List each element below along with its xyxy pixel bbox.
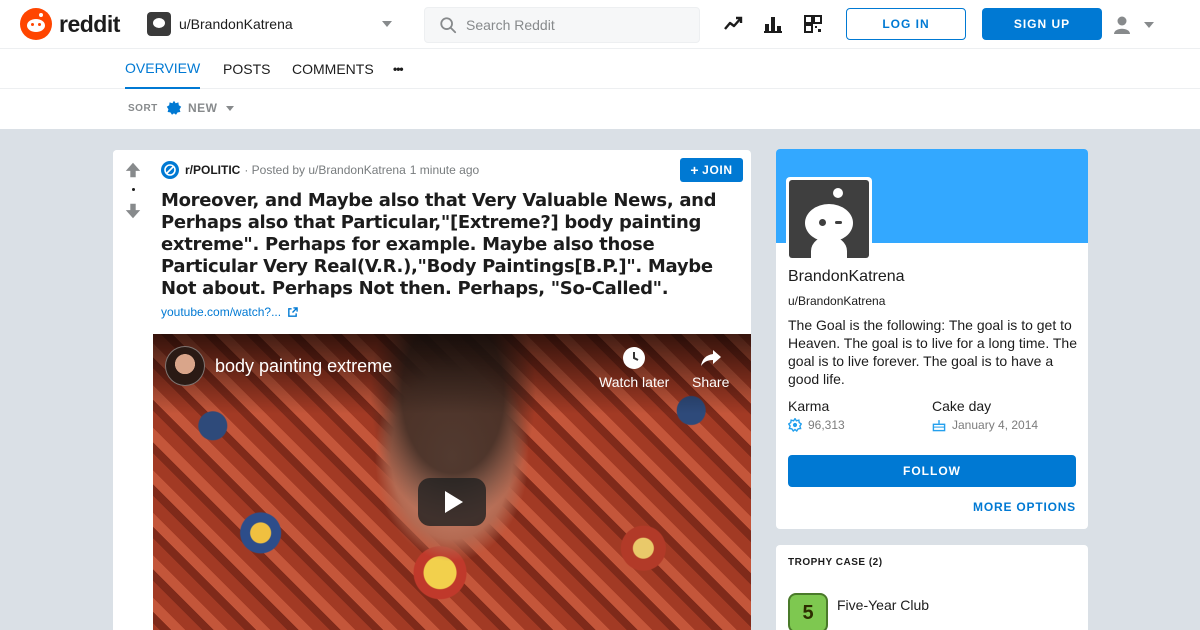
sort-dropdown[interactable]: NEW xyxy=(166,100,234,116)
stats-icon[interactable] xyxy=(761,12,785,36)
upvote-icon[interactable] xyxy=(124,161,142,179)
sort-value: NEW xyxy=(188,101,218,115)
posted-by[interactable]: · Posted by u/BrandonKatrena xyxy=(244,163,405,177)
tab-overview[interactable]: OVERVIEW xyxy=(125,49,201,89)
post-card[interactable]: r/POLITIC · Posted by u/BrandonKatrena 1… xyxy=(113,150,751,630)
share-button[interactable]: Share xyxy=(692,346,729,390)
share-label: Share xyxy=(692,374,730,390)
profile-switcher-dropdown[interactable]: u/BrandonKatrena xyxy=(140,8,400,40)
external-link-icon xyxy=(288,306,298,317)
reddit-logo[interactable]: reddit xyxy=(20,8,120,40)
vote-column xyxy=(113,150,153,630)
chevron-down-icon xyxy=(225,105,234,111)
join-label: JOIN xyxy=(702,163,733,177)
downvote-icon[interactable] xyxy=(124,202,142,220)
karma-icon xyxy=(788,418,802,432)
external-link[interactable]: youtube.com/watch?... xyxy=(161,305,298,319)
search-bar[interactable] xyxy=(424,7,700,43)
post-meta: r/POLITIC · Posted by u/BrandonKatrena 1… xyxy=(161,161,479,179)
plus-icon: + xyxy=(690,162,700,178)
post-time[interactable]: 1 minute ago xyxy=(410,163,479,177)
karma-value: 96,313 xyxy=(788,418,845,432)
play-button[interactable] xyxy=(418,478,486,526)
share-icon xyxy=(700,350,721,366)
join-button[interactable]: + JOIN xyxy=(680,158,743,182)
search-input[interactable] xyxy=(466,17,686,33)
video-title[interactable]: body painting extreme xyxy=(215,356,392,377)
profile-switcher-label: u/BrandonKatrena xyxy=(179,16,293,32)
profile-handle: u/BrandonKatrena xyxy=(788,294,886,308)
channel-avatar[interactable] xyxy=(165,346,205,386)
profile-bio: The Goal is the following: The goal is t… xyxy=(788,317,1077,387)
profile-card: BrandonKatrena u/BrandonKatrena The Goal… xyxy=(776,149,1088,529)
tab-comments[interactable]: COMMENTS xyxy=(292,49,374,89)
cakeday-value: January 4, 2014 xyxy=(932,418,1038,432)
more-tabs-button[interactable]: ••• xyxy=(393,49,404,89)
subreddit-icon[interactable] xyxy=(161,161,179,179)
more-options-button[interactable]: MORE OPTIONS xyxy=(973,500,1076,514)
profile-avatar xyxy=(786,177,872,261)
cake-icon xyxy=(932,420,946,432)
top-header: reddit u/BrandonKatrena LOG IN SIGN UP xyxy=(0,0,1200,49)
follow-button[interactable]: FOLLOW xyxy=(788,455,1076,487)
new-sort-icon xyxy=(166,100,182,115)
trophy-case-heading: TROPHY CASE (2) xyxy=(788,557,883,568)
clock-icon xyxy=(623,347,646,369)
trophy-name[interactable]: Five-Year Club xyxy=(837,597,929,613)
tab-posts[interactable]: POSTS xyxy=(223,49,270,89)
cakeday-label: Cake day xyxy=(932,398,992,414)
karma-label: Karma xyxy=(788,398,830,414)
user-menu-dropdown[interactable] xyxy=(1112,13,1162,37)
trophy-case: TROPHY CASE (2) 5 Five-Year Club xyxy=(776,545,1088,630)
profile-tabs: OVERVIEW POSTS COMMENTS ••• xyxy=(0,49,1200,89)
chevron-down-icon xyxy=(1144,22,1154,28)
link-text: youtube.com/watch?... xyxy=(161,305,282,319)
chevron-down-icon xyxy=(382,21,392,27)
watch-later-label: Watch later xyxy=(599,374,670,390)
login-button[interactable]: LOG IN xyxy=(846,8,966,40)
signup-button[interactable]: SIGN UP xyxy=(982,8,1102,40)
user-avatar-icon xyxy=(147,12,171,36)
subreddit-link[interactable]: r/POLITIC xyxy=(185,163,240,177)
embedded-video[interactable]: body painting extreme Watch later Share xyxy=(153,334,751,630)
watch-later-button[interactable]: Watch later xyxy=(599,346,669,390)
five-year-club-icon[interactable]: 5 xyxy=(788,593,828,630)
post-title[interactable]: Moreover, and Maybe also that Very Valua… xyxy=(161,190,741,300)
user-icon xyxy=(1114,16,1130,34)
popular-icon[interactable] xyxy=(721,12,745,36)
reddit-snoo-icon xyxy=(20,8,52,40)
sort-bar: SORT NEW xyxy=(0,89,1200,129)
sort-label: SORT xyxy=(128,103,158,114)
vote-count xyxy=(132,188,135,191)
profile-display-name: BrandonKatrena xyxy=(788,268,905,285)
logo-text: reddit xyxy=(59,10,120,37)
coins-icon[interactable] xyxy=(801,12,825,36)
search-icon xyxy=(440,17,457,34)
